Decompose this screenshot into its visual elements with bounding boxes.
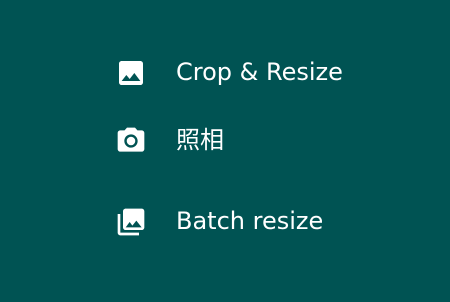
action-menu: Crop & Resize 照相 Batch resize [0,0,450,302]
photo-library-icon [115,206,147,238]
menu-item-label: Batch resize [176,207,324,235]
camera-icon [115,125,147,157]
menu-item-label: 照相 [176,126,224,154]
menu-item-batch-resize[interactable]: Batch resize [100,193,360,249]
menu-item-label: Crop & Resize [176,58,343,86]
image-icon [115,57,147,89]
menu-item-camera[interactable]: 照相 [100,112,360,168]
menu-item-crop-resize[interactable]: Crop & Resize [100,44,360,100]
